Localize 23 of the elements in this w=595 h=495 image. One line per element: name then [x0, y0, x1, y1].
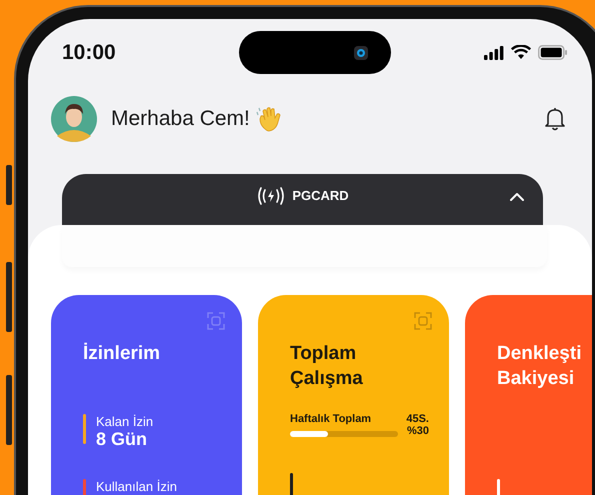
contactless-bolt-icon: [256, 186, 286, 206]
weekly-label: Haftalık Toplam: [290, 413, 372, 425]
status-time: 10:00: [62, 40, 117, 64]
weekly-hours: 45S.: [406, 413, 429, 425]
stat-value: 8 Gün: [96, 429, 148, 449]
card-bar[interactable]: PGCARD: [62, 174, 543, 225]
battery-icon: [538, 45, 568, 60]
chevron-up-icon[interactable]: [509, 192, 525, 202]
avatar: [51, 96, 97, 142]
camera-icon: [353, 44, 369, 60]
card-title: Denkleşti Bakiyesi: [497, 342, 582, 391]
signal-icon: [484, 46, 504, 60]
stat-label: Kalan İzin: [96, 414, 154, 429]
stat-label: Kullanılan İzin: [96, 479, 177, 494]
wifi-icon: [511, 45, 531, 60]
card-title: Toplam Çalışma: [290, 342, 364, 391]
card-title: İzinlerim: [83, 342, 162, 366]
greeting-text: Merhaba Cem!: [111, 107, 250, 131]
summary-card[interactable]: İzinlerim Kalan İzin 8 Gün Kullanılan İzin: [51, 295, 242, 495]
weekly-percent: %30: [406, 425, 429, 437]
notification-bell-icon[interactable]: [544, 106, 566, 132]
card-bar-label: PGCARD: [292, 188, 349, 203]
summary-card[interactable]: Toplam Çalışma Haftalık Toplam 45S. %30: [258, 295, 449, 495]
